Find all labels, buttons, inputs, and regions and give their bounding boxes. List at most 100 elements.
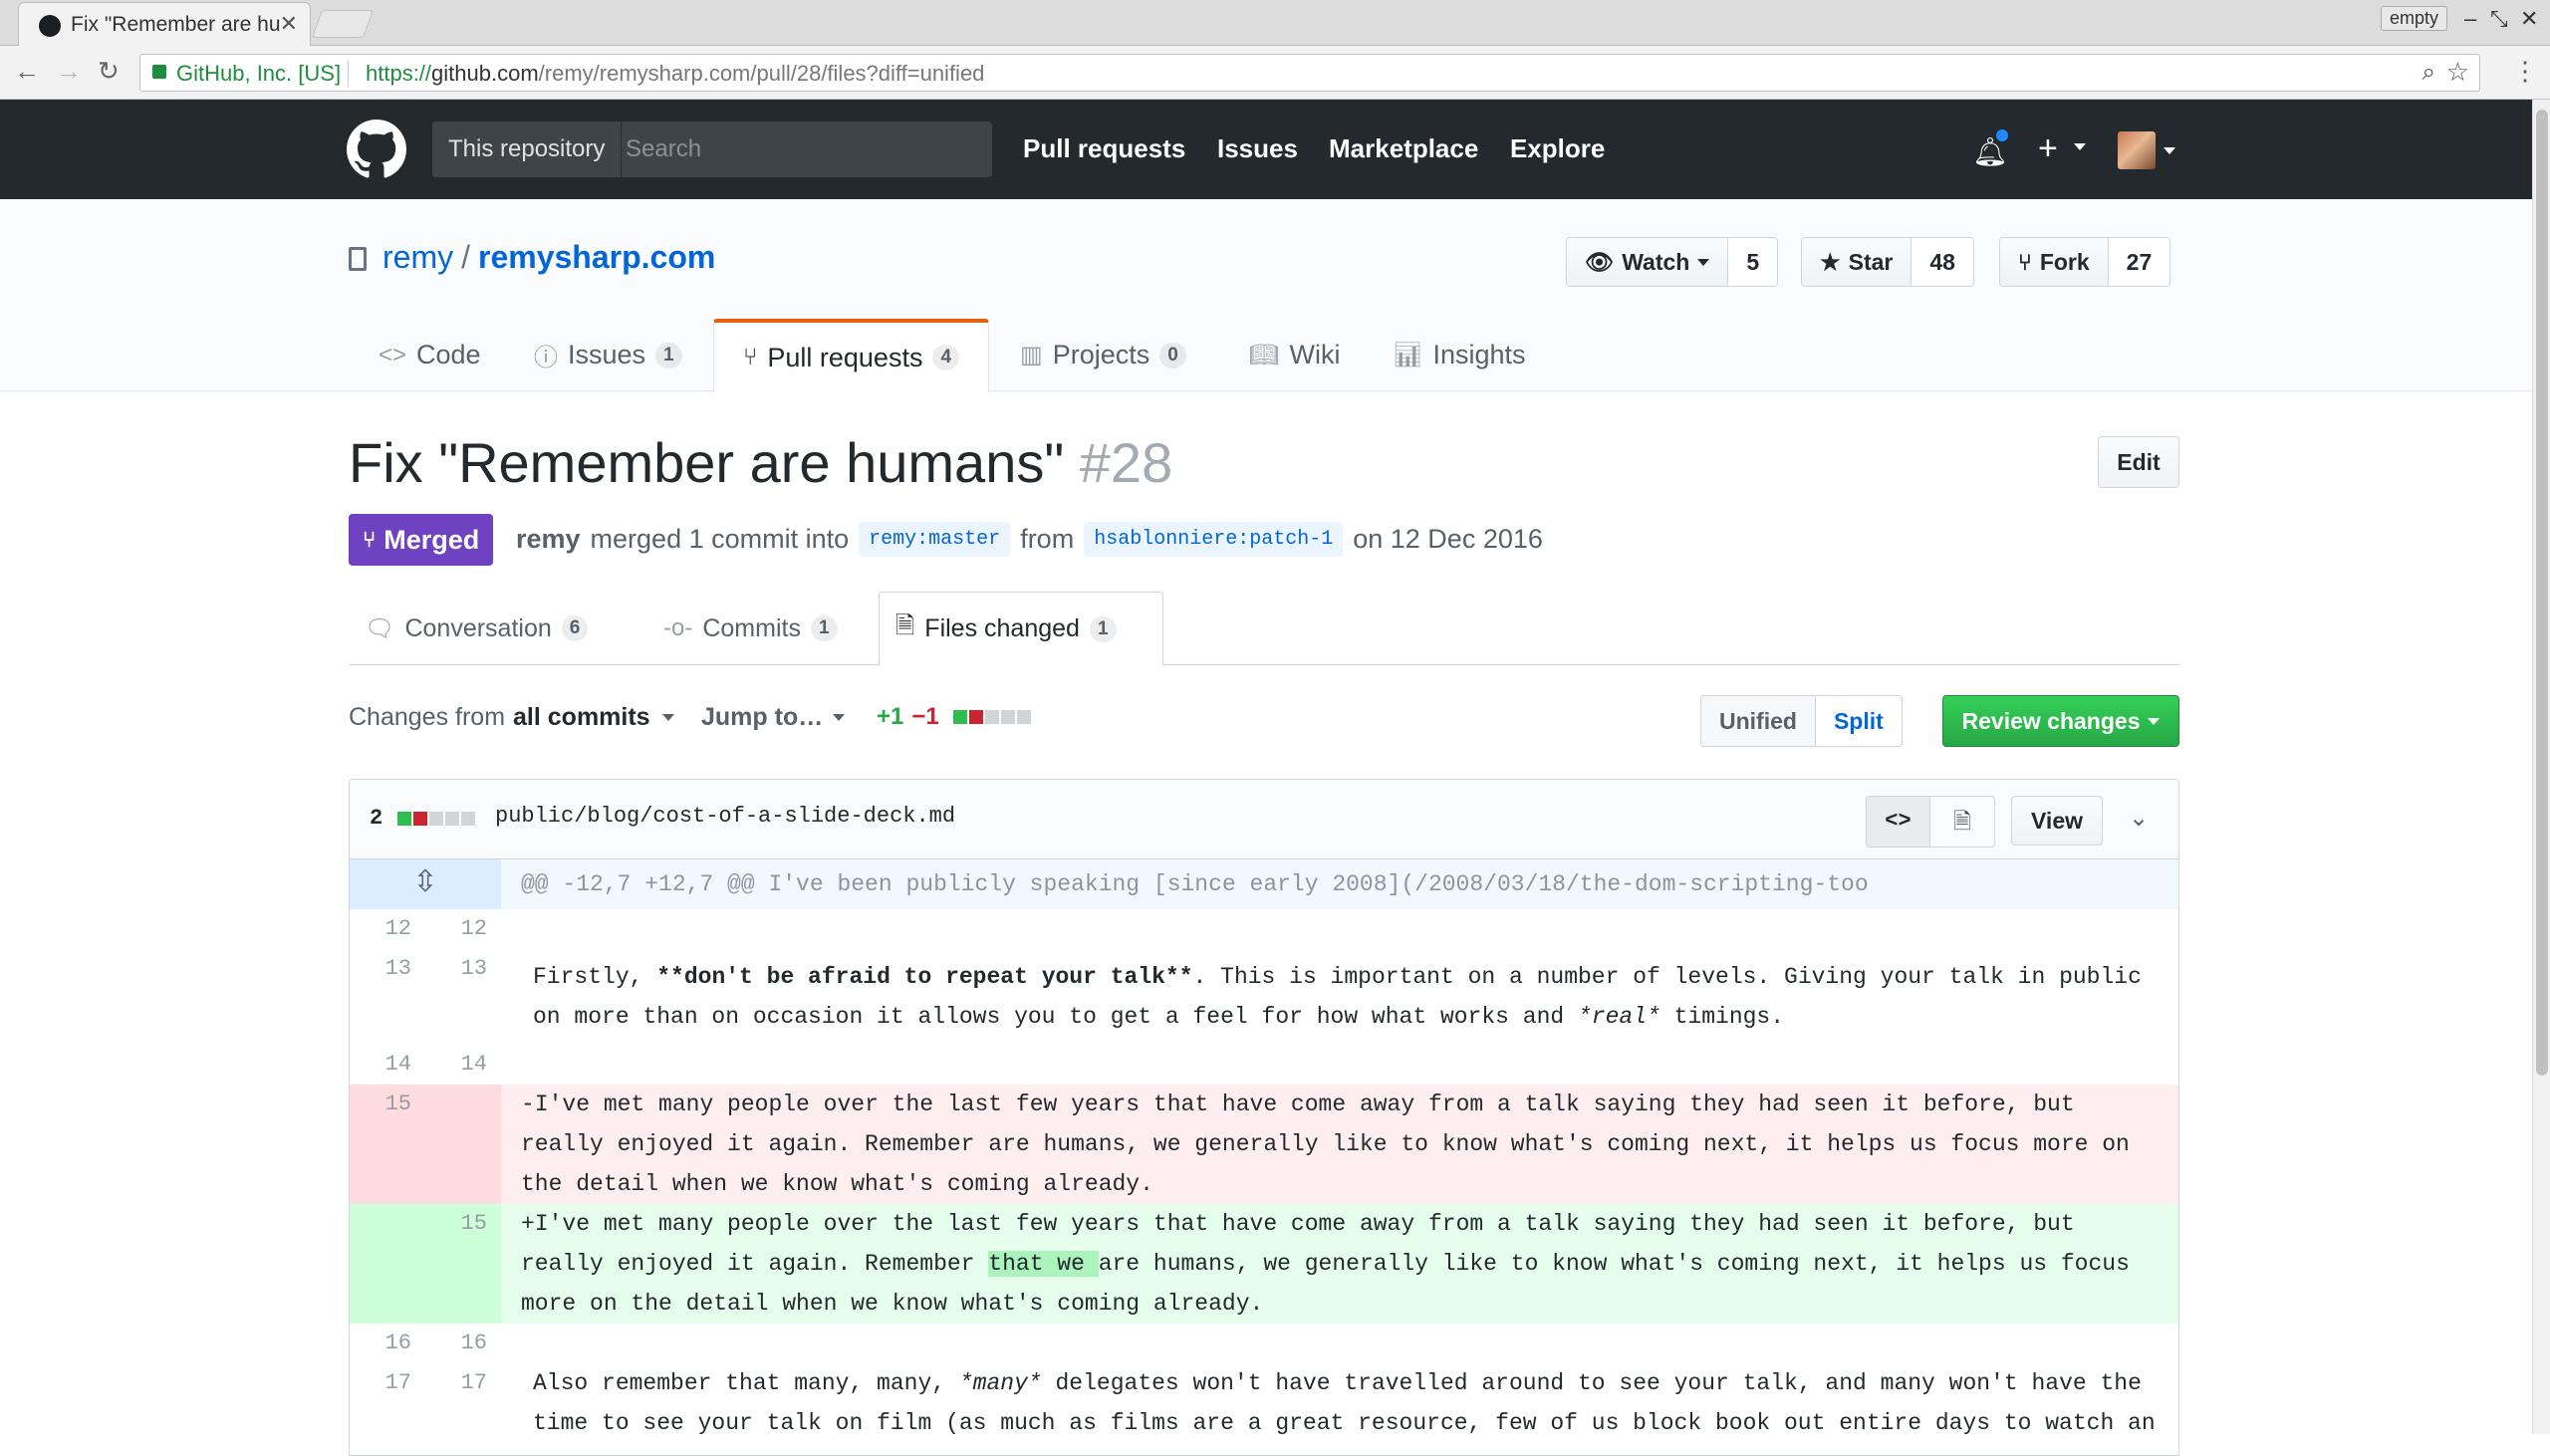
browser-menu-icon[interactable]: ⋮ [2512, 56, 2538, 87]
back-icon[interactable]: ← [14, 56, 40, 87]
new-line-number[interactable]: 14 [425, 1045, 501, 1085]
jump-to-select[interactable]: Jump to… [701, 703, 846, 732]
github-logo-icon[interactable] [347, 120, 406, 179]
new-line-number[interactable]: 15 [425, 1204, 501, 1324]
nav-explore[interactable]: Explore [1510, 133, 1605, 164]
forward-icon[interactable]: → [56, 56, 82, 87]
edit-title-button[interactable]: Edit [2098, 436, 2179, 488]
chevron-down-icon[interactable]: ⌄ [2129, 804, 2149, 833]
pr-number: #28 [1079, 431, 1173, 494]
url-text[interactable]: https://github.com/remy/remysharp.com/pu… [366, 61, 984, 87]
star-count[interactable]: 48 [1912, 238, 1973, 286]
italic-run: *real* [1577, 1004, 1660, 1030]
tab-projects-label: Projects [1052, 340, 1150, 369]
tab-projects[interactable]: ▥ Projects 0 [1020, 319, 1186, 391]
changes-from-select[interactable]: Changes from all commits [349, 703, 674, 732]
old-line-number[interactable] [350, 1204, 425, 1324]
browser-tab[interactable]: Fix "Remember are hu ✕ [18, 2, 311, 46]
reload-icon[interactable]: ↻ [98, 56, 120, 87]
head-branch[interactable]: hsablonniere:patch-1 [1084, 522, 1344, 557]
pr-title-text: Fix "Remember are humans" [349, 431, 1065, 494]
new-line-number[interactable]: 16 [425, 1324, 501, 1363]
new-line-number[interactable]: 12 [425, 909, 501, 949]
profile-label[interactable]: empty [2381, 6, 2448, 31]
repo-name-link[interactable]: remysharp.com [478, 239, 715, 275]
tab-commits[interactable]: -o- Commits 1 [647, 592, 854, 665]
chevron-down-icon [1697, 258, 1710, 266]
nav-marketplace[interactable]: Marketplace [1329, 133, 1478, 164]
old-line-number[interactable]: 12 [350, 909, 425, 949]
tab-pull-requests[interactable]: ⑂ Pull requests 4 [713, 319, 989, 392]
new-line-number[interactable] [425, 1085, 501, 1204]
nav-pull-requests[interactable]: Pull requests [1023, 133, 1185, 164]
tab-commits-label: Commits [702, 613, 801, 642]
expand-icon[interactable]: ⇳ [350, 859, 501, 909]
window-close-icon[interactable]: ✕ [2520, 6, 2538, 32]
view-file-button[interactable]: View [2011, 796, 2103, 846]
fork-count[interactable]: 27 [2109, 238, 2170, 286]
pr-meta: remy merged 1 commit into remy:master fr… [516, 522, 1543, 557]
github-favicon-icon [39, 15, 61, 37]
line-content [501, 1324, 2178, 1363]
address-bar: ← → ↻ GitHub, Inc. [US] https://github.c… [0, 46, 2550, 100]
url-scheme: https:// [366, 61, 432, 86]
base-branch[interactable]: remy:master [859, 522, 1011, 557]
star-button[interactable]: ★ Star [1802, 238, 1912, 286]
git-pull-request-icon: ⑂ [742, 344, 758, 370]
git-commit-icon: -o- [663, 614, 693, 641]
search-scope-label[interactable]: This repository [432, 121, 623, 177]
search-input[interactable] [624, 121, 982, 177]
restore-icon[interactable]: ⤡ [2490, 6, 2508, 32]
avatar[interactable] [2118, 131, 2156, 169]
chevron-down-icon [2074, 143, 2086, 150]
tab-wiki[interactable]: 📖︎ Wiki [1249, 319, 1340, 391]
watch-button[interactable]: 👁︎ Watch [1567, 238, 1729, 286]
old-line-number[interactable]: 14 [350, 1045, 425, 1085]
tab-code[interactable]: <> Code [379, 319, 481, 391]
old-line-number[interactable]: 15 [350, 1085, 425, 1204]
tab-conversation[interactable]: 🗨︎ Conversation 6 [349, 592, 604, 665]
bookmark-star-icon[interactable]: ☆ [2446, 57, 2469, 88]
fork-button[interactable]: ⑂ Fork [2000, 238, 2109, 286]
minimize-icon[interactable]: – [2464, 6, 2476, 32]
author-link[interactable]: remy [516, 524, 581, 555]
unread-indicator [1994, 127, 2010, 143]
file-diff-icon: 🗎︎ [895, 612, 915, 639]
split-view-button[interactable]: Split [1815, 696, 1902, 746]
watch-count[interactable]: 5 [1728, 238, 1777, 286]
source-diff-icon[interactable]: <> [1867, 797, 1930, 847]
new-line-number[interactable]: 13 [425, 949, 501, 1045]
breadcrumb-separator: / [461, 239, 470, 275]
from-text: from [1020, 524, 1075, 554]
old-line-number[interactable]: 13 [350, 949, 425, 1045]
word-highlight: that we [988, 1251, 1099, 1277]
line-content: Firstly, **don't be afraid to repeat you… [501, 949, 2178, 1045]
nav-issues[interactable]: Issues [1217, 133, 1298, 164]
new-tab-button[interactable] [311, 10, 375, 38]
comment-discussion-icon: 🗨︎ [365, 614, 395, 642]
issue-opened-icon: ⓘ [534, 345, 558, 371]
tab-code-label: Code [416, 340, 481, 369]
create-new-icon[interactable]: + [2038, 129, 2058, 168]
omnibox[interactable]: GitHub, Inc. [US] https://github.com/rem… [139, 54, 2480, 92]
star-icon: ★ [1820, 249, 1841, 275]
old-line-number[interactable]: 17 [350, 1363, 425, 1443]
tab-issues[interactable]: ⓘ Issues 1 [534, 319, 682, 391]
old-line-number[interactable]: 16 [350, 1324, 425, 1363]
tab-files-changed[interactable]: 🗎︎ Files changed 1 [879, 592, 1163, 666]
file-path[interactable]: public/blog/cost-of-a-slide-deck.md [495, 804, 955, 829]
additions-count: +1 [877, 703, 904, 730]
scrollbar-thumb[interactable] [2536, 110, 2548, 1076]
merged-text: merged 1 commit into [590, 524, 850, 554]
review-changes-button[interactable]: Review changes [1942, 695, 2179, 747]
new-line-number[interactable]: 17 [425, 1363, 501, 1443]
repo-owner-link[interactable]: remy [382, 239, 453, 275]
zoom-icon[interactable]: ⌕ [2422, 59, 2435, 87]
unified-view-button[interactable]: Unified [1701, 696, 1816, 746]
rich-diff-icon[interactable]: 🗎︎ [1930, 797, 1994, 847]
table-row: 14 14 [350, 1045, 2178, 1085]
tab-insights[interactable]: 📊︎ Insights [1393, 319, 1526, 391]
page-scrollbar[interactable] [2532, 100, 2550, 1434]
site-identity[interactable]: GitHub, Inc. [US] [176, 61, 341, 87]
close-tab-icon[interactable]: ✕ [280, 11, 298, 37]
